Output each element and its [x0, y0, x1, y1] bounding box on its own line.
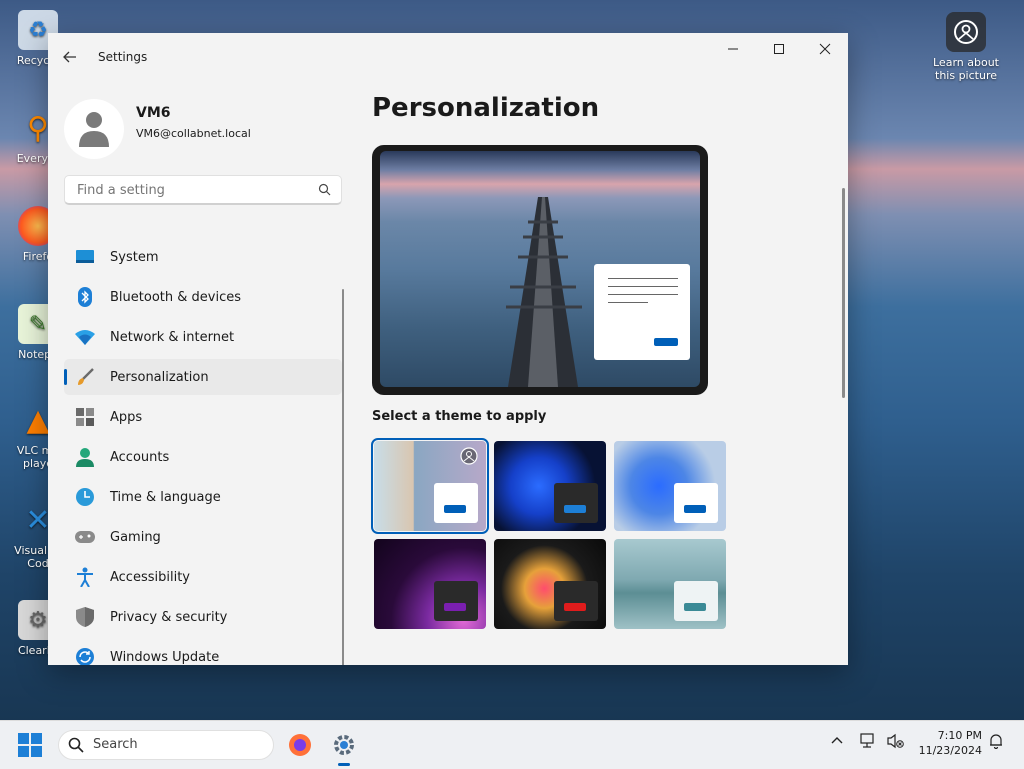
- pier-image: [506, 197, 582, 387]
- apps-icon: [74, 406, 96, 428]
- accounts-icon: [74, 446, 96, 468]
- close-button[interactable]: [802, 33, 848, 65]
- brush-icon: [74, 366, 96, 388]
- theme-section-label: Select a theme to apply: [372, 409, 547, 424]
- theme-tile-spotlight[interactable]: [371, 438, 489, 534]
- window-title: Settings: [98, 50, 148, 64]
- network-status[interactable]: [860, 733, 878, 753]
- learn-about-picture[interactable]: Learn about this picture: [926, 12, 1006, 82]
- gear-icon: [334, 735, 354, 755]
- wallpaper-preview-image: [380, 151, 700, 387]
- windows-update-icon: [74, 646, 96, 665]
- back-arrow-icon: [63, 51, 76, 63]
- firefox-icon: [289, 734, 311, 756]
- sidebar-item-gaming[interactable]: Gaming: [64, 519, 342, 555]
- user-email: VM6@collabnet.local: [136, 127, 251, 140]
- sidebar-item-personalization[interactable]: Personalization: [64, 359, 342, 395]
- close-icon: [819, 43, 831, 55]
- theme-tile-light-bloom[interactable]: [614, 441, 726, 531]
- chevron-up-icon: [831, 737, 843, 744]
- nav-list: System Bluetooth & devices Network & int…: [64, 239, 342, 665]
- find-setting-search[interactable]: [64, 175, 342, 205]
- sample-window-preview: [594, 264, 690, 360]
- content-scrollbar[interactable]: [842, 188, 845, 398]
- accessibility-icon: [74, 566, 96, 588]
- search-icon: [318, 183, 331, 200]
- sidebar-item-system[interactable]: System: [64, 239, 342, 275]
- sidebar-item-time-language[interactable]: Time & language: [64, 479, 342, 515]
- sidebar-item-accessibility[interactable]: Accessibility: [64, 559, 342, 595]
- speaker-muted-icon: [887, 733, 904, 749]
- wifi-icon: [74, 326, 96, 348]
- sidebar-item-network[interactable]: Network & internet: [64, 319, 342, 355]
- theme-tile-glow[interactable]: [374, 539, 486, 629]
- minimize-icon: [728, 48, 738, 50]
- network-icon: [860, 733, 874, 748]
- sidebar-scrollbar[interactable]: [342, 289, 344, 665]
- maximize-button[interactable]: [756, 33, 802, 65]
- search-input[interactable]: [75, 182, 309, 199]
- taskbar-settings[interactable]: [328, 729, 360, 766]
- avatar: [64, 99, 124, 159]
- start-button[interactable]: [18, 733, 42, 761]
- maximize-icon: [774, 44, 784, 54]
- sidebar-item-bluetooth[interactable]: Bluetooth & devices: [64, 279, 342, 315]
- show-hidden-icons[interactable]: [830, 733, 844, 751]
- theme-tile-flow[interactable]: [614, 539, 726, 629]
- search-icon: [68, 737, 84, 757]
- gamepad-icon: [74, 526, 96, 548]
- clock-time: 7:10 PM: [937, 729, 982, 742]
- title-bar: Settings: [48, 33, 848, 81]
- main-content: Personalization Select a theme to apply: [348, 81, 848, 665]
- user-name: VM6: [136, 105, 171, 121]
- time-language-icon: [74, 486, 96, 508]
- shield-icon: [74, 606, 96, 628]
- spotlight-badge-icon: [460, 447, 478, 465]
- taskbar-search[interactable]: Search: [58, 730, 274, 760]
- bell-icon: [990, 734, 1002, 750]
- sidebar-item-apps[interactable]: Apps: [64, 399, 342, 435]
- minimize-button[interactable]: [710, 33, 756, 65]
- sidebar: VM6 VM6@collabnet.local System Bluetooth…: [48, 81, 348, 665]
- taskbar: Search 7:10 PM 11/23/2024: [0, 720, 1024, 769]
- taskbar-firefox[interactable]: [284, 729, 316, 761]
- sidebar-item-privacy-security[interactable]: Privacy & security: [64, 599, 342, 635]
- sidebar-item-windows-update[interactable]: Windows Update: [64, 639, 342, 665]
- user-avatar-icon: [79, 112, 109, 147]
- system-icon: [74, 246, 96, 268]
- learn-label: Learn about this picture: [933, 56, 999, 82]
- settings-window: Settings VM6 VM6@collabnet.local Find a …: [48, 33, 848, 665]
- theme-tile-captured-motion[interactable]: [494, 539, 606, 629]
- volume-status[interactable]: [886, 733, 904, 753]
- clock-date: 11/23/2024: [918, 744, 982, 757]
- theme-tile-dark-bloom[interactable]: [494, 441, 606, 531]
- notifications-button[interactable]: [988, 733, 1004, 753]
- page-title: Personalization: [372, 93, 600, 123]
- sidebar-item-accounts[interactable]: Accounts: [64, 439, 342, 475]
- theme-preview: [372, 145, 708, 395]
- bluetooth-icon: [74, 286, 96, 308]
- camera-icon: [946, 12, 986, 52]
- taskbar-clock[interactable]: 7:10 PM 11/23/2024: [919, 728, 982, 758]
- windows-logo-icon: [18, 733, 42, 757]
- back-button[interactable]: [62, 49, 82, 67]
